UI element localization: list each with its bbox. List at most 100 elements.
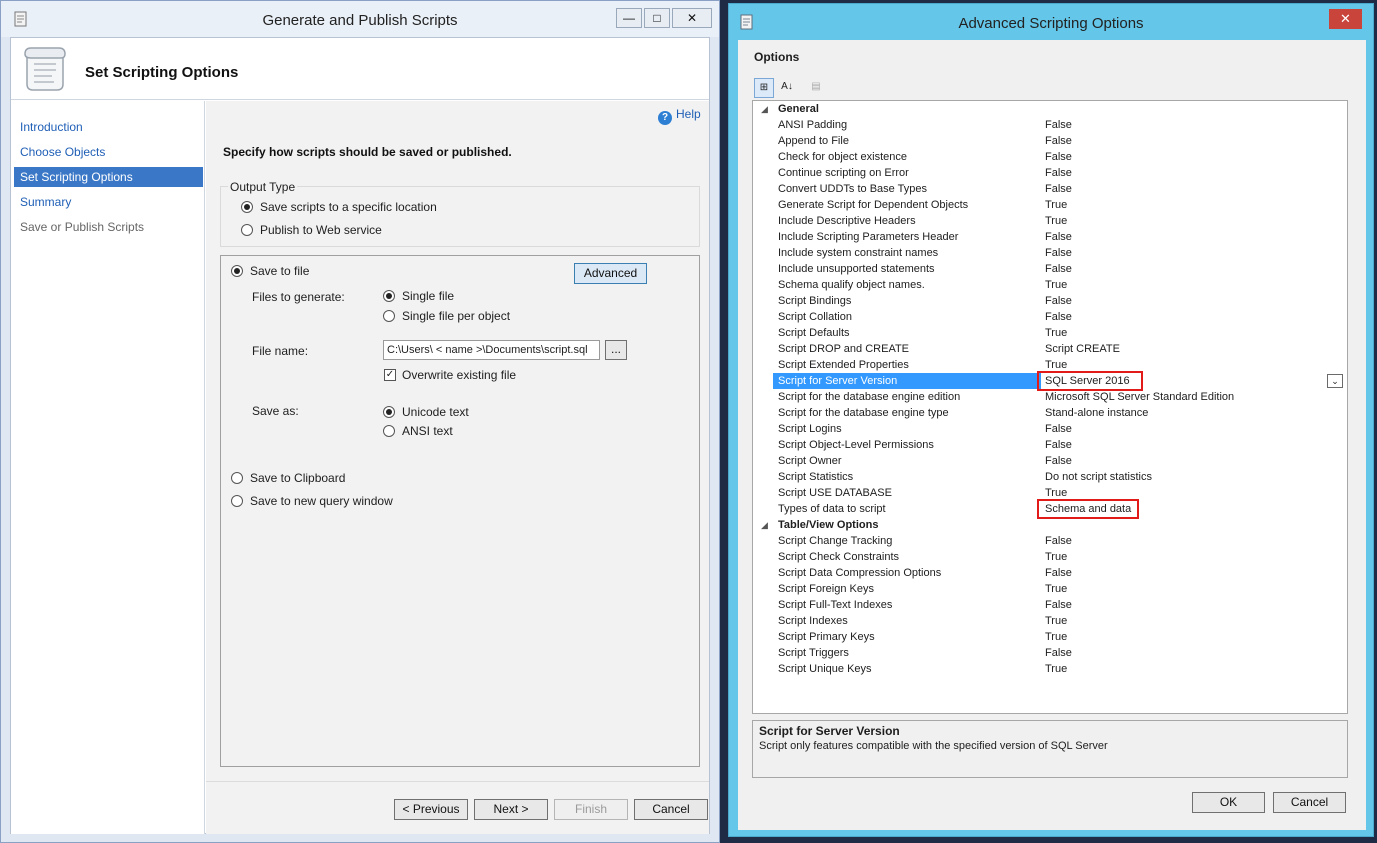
property-value[interactable]: True <box>1045 613 1067 629</box>
ansi-text-radio[interactable]: ANSI text <box>383 424 453 438</box>
property-value[interactable]: Microsoft SQL Server Standard Edition <box>1045 389 1234 405</box>
property-row[interactable]: Script Collation False <box>753 309 1347 325</box>
property-row[interactable]: Schema qualify object names. True <box>753 277 1347 293</box>
minimize-button[interactable]: — <box>616 8 642 28</box>
collapse-icon[interactable]: ◢ <box>761 517 768 533</box>
property-value[interactable]: True <box>1045 197 1067 213</box>
property-value[interactable]: Do not script statistics <box>1045 469 1152 485</box>
nav-set-scripting-options[interactable]: Set Scripting Options <box>14 167 203 187</box>
property-value[interactable]: False <box>1045 645 1072 661</box>
property-row[interactable]: Script for Server Version SQL Server 2016… <box>753 371 1347 391</box>
property-value[interactable]: True <box>1045 549 1067 565</box>
save-to-file-radio[interactable]: Save to file <box>231 264 309 278</box>
single-file-per-object-radio[interactable]: Single file per object <box>383 309 510 323</box>
property-value[interactable]: False <box>1045 533 1072 549</box>
property-row[interactable]: Script Data Compression Options False <box>753 565 1347 581</box>
property-row[interactable]: Continue scripting on Error False <box>753 165 1347 181</box>
previous-button[interactable]: < Previous <box>394 799 468 820</box>
property-row[interactable]: Script Statistics Do not script statistic… <box>753 469 1347 485</box>
property-value[interactable]: False <box>1045 117 1072 133</box>
property-row[interactable]: Script Unique Keys True <box>753 661 1347 677</box>
property-row[interactable]: Script Check Constraints True <box>753 549 1347 565</box>
highlight-box <box>1037 499 1139 519</box>
property-value[interactable]: False <box>1045 149 1072 165</box>
property-row[interactable]: Script Object-Level Permissions False <box>753 437 1347 453</box>
property-row[interactable]: Generate Script for Dependent Objects Tru… <box>753 197 1347 213</box>
categorized-icon[interactable]: ⊞ <box>754 78 774 98</box>
property-value[interactable]: True <box>1045 581 1067 597</box>
nav-choose-objects[interactable]: Choose Objects <box>14 142 203 162</box>
property-value[interactable]: Script CREATE <box>1045 341 1120 357</box>
property-value[interactable]: True <box>1045 661 1067 677</box>
category-row[interactable]: ◢ General <box>753 101 1347 117</box>
property-row[interactable]: Include Descriptive Headers True <box>753 213 1347 229</box>
close-button[interactable]: ✕ <box>672 8 712 28</box>
sort-alphabetical-icon[interactable]: A↓ <box>777 78 797 98</box>
nav-summary[interactable]: Summary <box>14 192 203 212</box>
property-row[interactable]: Script Foreign Keys True <box>753 581 1347 597</box>
category-row[interactable]: ◢ Table/View Options <box>753 517 1347 533</box>
property-value[interactable]: False <box>1045 165 1072 181</box>
property-value[interactable]: True <box>1045 325 1067 341</box>
property-value[interactable]: False <box>1045 293 1072 309</box>
property-name: Script Triggers <box>778 647 849 659</box>
save-to-query-window-radio[interactable]: Save to new query window <box>231 494 393 508</box>
unicode-text-radio[interactable]: Unicode text <box>383 405 469 419</box>
property-value[interactable]: False <box>1045 229 1072 245</box>
ok-button[interactable]: OK <box>1192 792 1265 813</box>
property-value[interactable]: False <box>1045 421 1072 437</box>
browse-button[interactable]: ... <box>605 340 627 360</box>
maximize-button[interactable]: □ <box>644 8 670 28</box>
property-row[interactable]: ANSI Padding False <box>753 117 1347 133</box>
property-row[interactable]: Script DROP and CREATE Script CREATE <box>753 341 1347 357</box>
property-value[interactable]: False <box>1045 597 1072 613</box>
property-value[interactable]: True <box>1045 629 1067 645</box>
property-value[interactable]: False <box>1045 181 1072 197</box>
property-value[interactable]: True <box>1045 277 1067 293</box>
save-to-clipboard-radio[interactable]: Save to Clipboard <box>231 471 345 485</box>
property-row[interactable]: Script for the database engine edition Mi… <box>753 389 1347 405</box>
property-row[interactable]: Script Triggers False <box>753 645 1347 661</box>
save-to-clipboard-label: Save to Clipboard <box>250 471 346 485</box>
collapse-icon[interactable]: ◢ <box>761 101 768 117</box>
property-value[interactable]: False <box>1045 437 1072 453</box>
dropdown-arrow-icon[interactable]: ⌄ <box>1327 374 1343 388</box>
property-row[interactable]: Script for the database engine type Stand… <box>753 405 1347 421</box>
file-name-input[interactable]: C:\Users\ < name >\Documents\script.sql <box>383 340 600 360</box>
publish-web-service-radio[interactable]: Publish to Web service <box>241 223 382 237</box>
property-value[interactable]: False <box>1045 133 1072 149</box>
advanced-button[interactable]: Advanced <box>574 263 647 284</box>
cancel-button[interactable]: Cancel <box>1273 792 1346 813</box>
property-row[interactable]: Script Change Tracking False <box>753 533 1347 549</box>
property-row[interactable]: Script Logins False <box>753 421 1347 437</box>
property-value[interactable]: False <box>1045 261 1072 277</box>
property-row[interactable]: Script Primary Keys True <box>753 629 1347 645</box>
help-link[interactable]: ? Help <box>658 107 701 125</box>
cancel-button[interactable]: Cancel <box>634 799 708 820</box>
property-value[interactable]: False <box>1045 309 1072 325</box>
property-row[interactable]: Script Bindings False <box>753 293 1347 309</box>
save-specific-location-radio[interactable]: Save scripts to a specific location <box>241 200 437 214</box>
finish-button: Finish <box>554 799 628 820</box>
close-button[interactable]: ✕ <box>1329 9 1362 29</box>
property-row[interactable]: Include Scripting Parameters Header False <box>753 229 1347 245</box>
property-row[interactable]: Script Indexes True <box>753 613 1347 629</box>
property-value[interactable]: False <box>1045 453 1072 469</box>
property-value[interactable]: False <box>1045 245 1072 261</box>
property-row[interactable]: Script Full-Text Indexes False <box>753 597 1347 613</box>
nav-introduction[interactable]: Introduction <box>14 117 203 137</box>
property-row[interactable]: Check for object existence False <box>753 149 1347 165</box>
single-file-radio[interactable]: Single file <box>383 289 454 303</box>
overwrite-checkbox[interactable]: ✓ Overwrite existing file <box>384 368 516 382</box>
next-button[interactable]: Next > <box>474 799 548 820</box>
property-row[interactable]: Script Defaults True <box>753 325 1347 341</box>
property-row[interactable]: Include unsupported statements False <box>753 261 1347 277</box>
property-value[interactable]: False <box>1045 565 1072 581</box>
property-row[interactable]: Convert UDDTs to Base Types False <box>753 181 1347 197</box>
property-value[interactable]: Stand-alone instance <box>1045 405 1148 421</box>
property-row[interactable]: Include system constraint names False <box>753 245 1347 261</box>
property-value[interactable]: True <box>1045 213 1067 229</box>
property-row[interactable]: Types of data to script Schema and data <box>753 499 1347 519</box>
property-row[interactable]: Script Owner False <box>753 453 1347 469</box>
property-row[interactable]: Append to File False <box>753 133 1347 149</box>
